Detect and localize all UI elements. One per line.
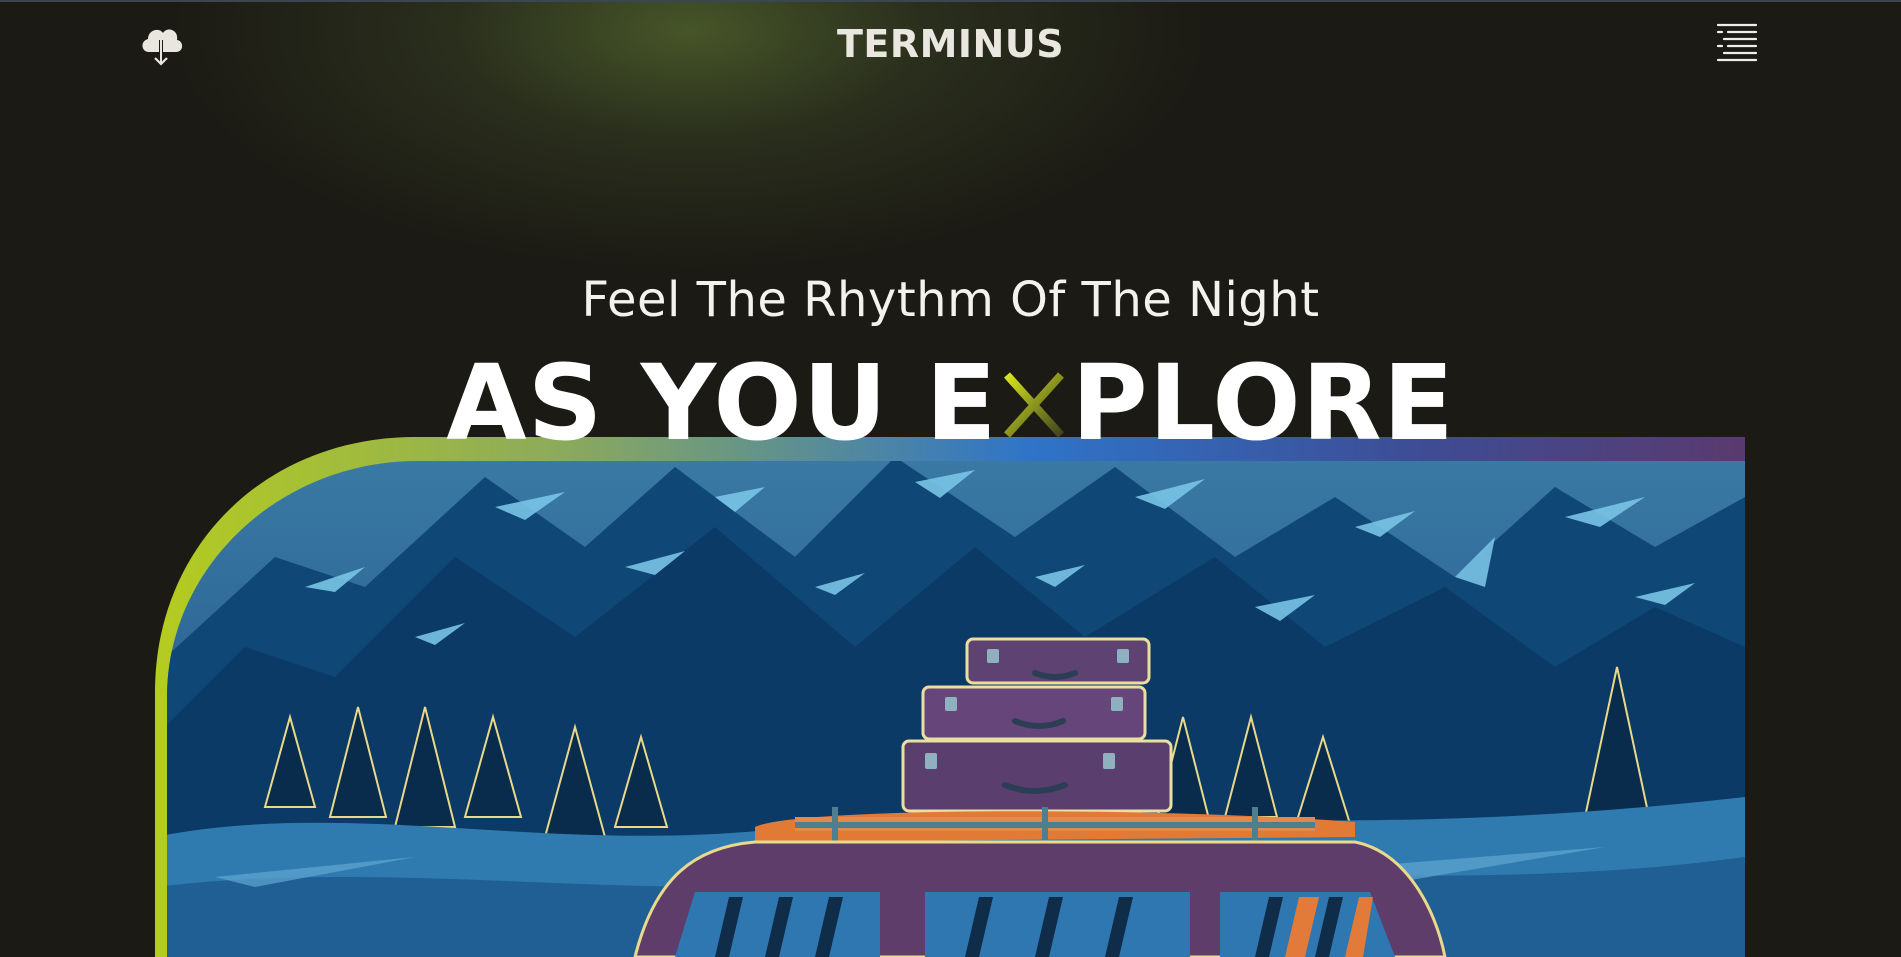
headline-part-2: PLORE (1071, 342, 1455, 464)
hero-headline: AS YOU E PLORE (0, 348, 1901, 458)
hero-illustration (155, 437, 1745, 957)
menu-lines-icon[interactable] (1714, 22, 1760, 64)
headline-part-1: AS YOU E (446, 342, 998, 464)
page: TERMINUS Feel The Rhythm Of The Night AS… (0, 0, 1901, 957)
x-mark-icon (997, 352, 1071, 438)
brand-logo[interactable]: TERMINUS (0, 22, 1901, 66)
hero-tagline: Feel The Rhythm Of The Night (581, 272, 1320, 328)
top-border (0, 0, 1901, 2)
brand-name[interactable]: TERMINUS (837, 22, 1064, 66)
